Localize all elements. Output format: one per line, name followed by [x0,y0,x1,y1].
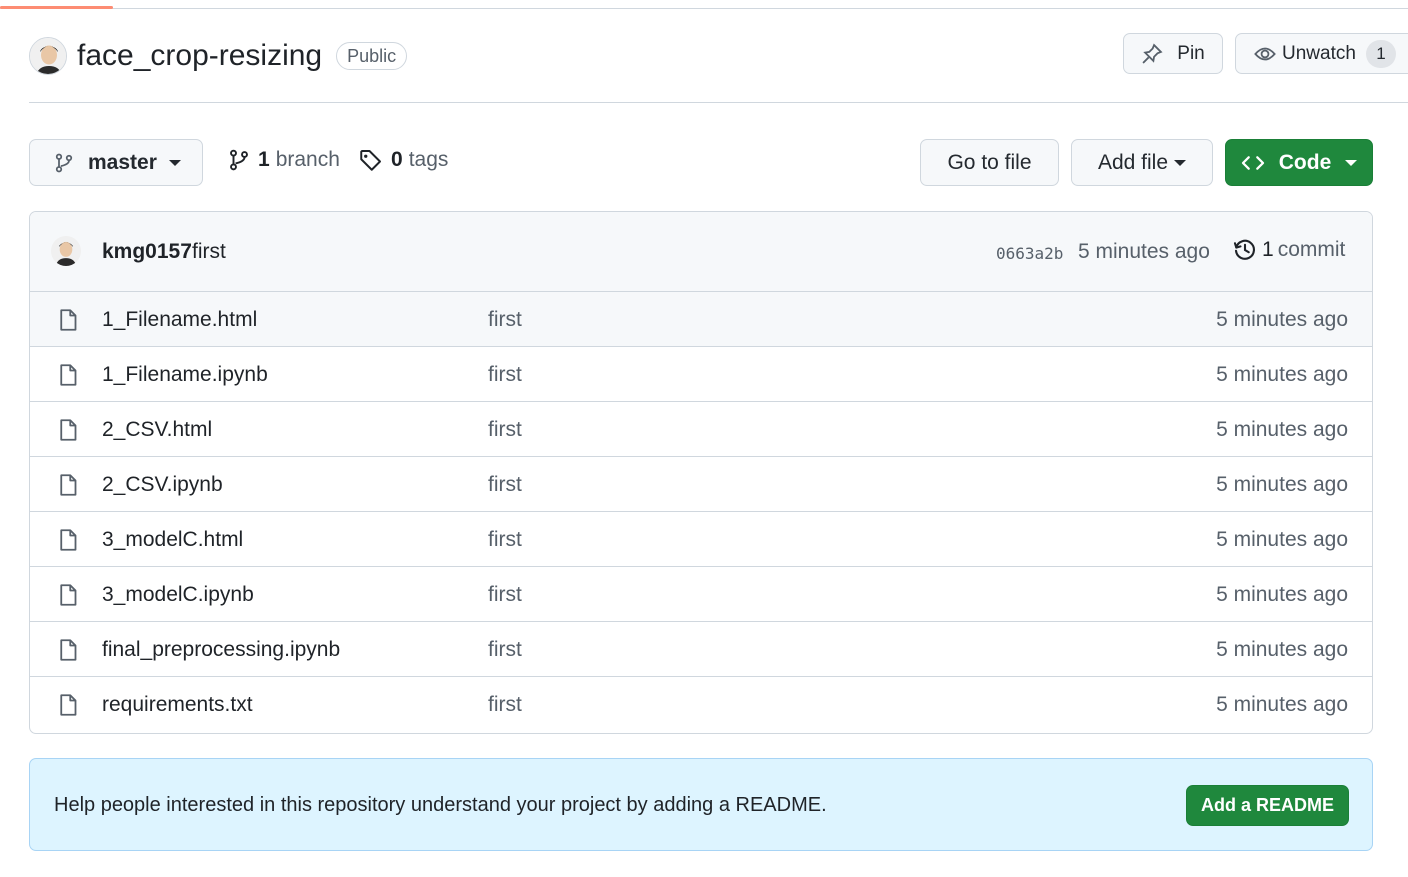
file-name-link[interactable]: final_preprocessing.ipynb [102,638,340,662]
pin-label: Pin [1177,42,1205,64]
file-row[interactable]: 2_CSV.ipynb first 5 minutes ago [30,457,1372,512]
branch-count: 1 [258,148,270,171]
file-row[interactable]: requirements.txt first 5 minutes ago [30,677,1372,732]
file-browser: kmg0157 first 0663a2b 5 minutes ago 1 co… [29,211,1373,734]
file-commit-message-link[interactable]: first [488,528,522,552]
watch-count-badge: 1 [1365,39,1396,68]
repo-name-link[interactable]: face_crop-resizing [77,39,322,73]
pin-icon [1142,42,1163,64]
file-commit-time: 5 minutes ago [1216,308,1348,331]
file-commit-time: 5 minutes ago [1216,363,1348,386]
file-commit-message-link[interactable]: first [488,418,522,442]
file-icon [56,473,80,502]
chevron-down-icon [1174,159,1187,166]
file-commit-message-link[interactable]: first [488,583,522,607]
commit-history-link[interactable]: 1 commit [1233,238,1345,262]
branch-select-button[interactable]: master [29,139,203,186]
file-name-link[interactable]: 1_Filename.ipynb [102,363,268,387]
file-row[interactable]: 3_modelC.ipynb first 5 minutes ago [30,567,1372,622]
commit-sha-link[interactable]: 0663a2b [996,244,1063,263]
branch-icon [230,149,248,171]
add-file-button[interactable]: Add file [1071,139,1213,186]
file-name-link[interactable]: 3_modelC.html [102,528,243,552]
latest-commit-bar: kmg0157 first 0663a2b 5 minutes ago 1 co… [30,212,1372,292]
history-icon [1233,239,1255,260]
file-commit-message-link[interactable]: first [488,308,522,332]
chevron-down-icon [1345,159,1358,166]
commit-count: 1 [1262,238,1274,261]
branches-link[interactable]: 1 branch [228,148,340,172]
active-tab-underline [0,6,113,9]
file-name-link[interactable]: 2_CSV.html [102,418,212,442]
add-readme-banner: Help people interested in this repositor… [29,758,1373,851]
header-divider [29,102,1408,103]
file-row[interactable]: 1_Filename.html first 5 minutes ago [30,292,1372,347]
file-icon [56,363,80,392]
commit-author-link[interactable]: kmg0157 [102,240,192,264]
pin-button[interactable]: Pin [1123,33,1223,74]
top-nav-bar [0,0,1408,9]
owner-avatar[interactable] [29,37,67,75]
file-name-link[interactable]: 3_modelC.ipynb [102,583,254,607]
add-readme-button[interactable]: Add a README [1186,785,1349,826]
add-file-label: Add file [1097,150,1169,174]
tag-icon [360,150,381,171]
unwatch-label: Unwatch [1282,42,1356,64]
file-row[interactable]: 2_CSV.html first 5 minutes ago [30,402,1372,457]
file-commit-time: 5 minutes ago [1216,473,1348,496]
file-commit-time: 5 minutes ago [1216,583,1348,606]
unwatch-button[interactable]: Unwatch 1 [1235,33,1408,74]
commit-message-link[interactable]: first [192,240,226,264]
code-label: Code [1278,150,1332,174]
file-icon [56,583,80,612]
file-commit-message-link[interactable]: first [488,473,522,497]
file-commit-message-link[interactable]: first [488,638,522,662]
commit-label: commit [1277,238,1346,261]
file-commit-message-link[interactable]: first [488,693,522,717]
file-commit-time: 5 minutes ago [1216,528,1348,551]
file-icon [56,418,80,447]
file-name-link[interactable]: 1_Filename.html [102,308,257,332]
commit-time: 5 minutes ago [1078,240,1210,263]
tag-count: 0 [391,148,403,171]
branch-label: branch [275,148,340,171]
chevron-down-icon [168,159,181,166]
file-icon [56,693,80,722]
file-name-link[interactable]: requirements.txt [102,693,253,717]
readme-banner-text: Help people interested in this repositor… [54,794,827,816]
file-commit-time: 5 minutes ago [1216,418,1348,441]
commit-author-avatar[interactable] [51,236,81,266]
file-icon [56,308,80,337]
code-icon [1241,155,1264,170]
visibility-badge: Public [336,42,408,70]
branch-icon [55,153,73,172]
file-commit-message-link[interactable]: first [488,363,522,387]
file-icon [56,528,80,557]
repo-header: face_crop-resizing Public [29,37,408,75]
tags-link[interactable]: 0 tags [359,148,448,172]
code-button[interactable]: Code [1225,139,1373,186]
go-to-file-button[interactable]: Go to file [920,139,1059,186]
branch-name: master [88,150,157,174]
file-commit-time: 5 minutes ago [1216,693,1348,716]
eye-icon [1254,47,1276,60]
file-row[interactable]: 3_modelC.html first 5 minutes ago [30,512,1372,567]
file-row[interactable]: final_preprocessing.ipynb first 5 minutes … [30,622,1372,677]
tag-label: tags [408,148,449,171]
file-row[interactable]: 1_Filename.ipynb first 5 minutes ago [30,347,1372,402]
file-name-link[interactable]: 2_CSV.ipynb [102,473,223,497]
file-icon [56,638,80,667]
file-commit-time: 5 minutes ago [1216,638,1348,661]
